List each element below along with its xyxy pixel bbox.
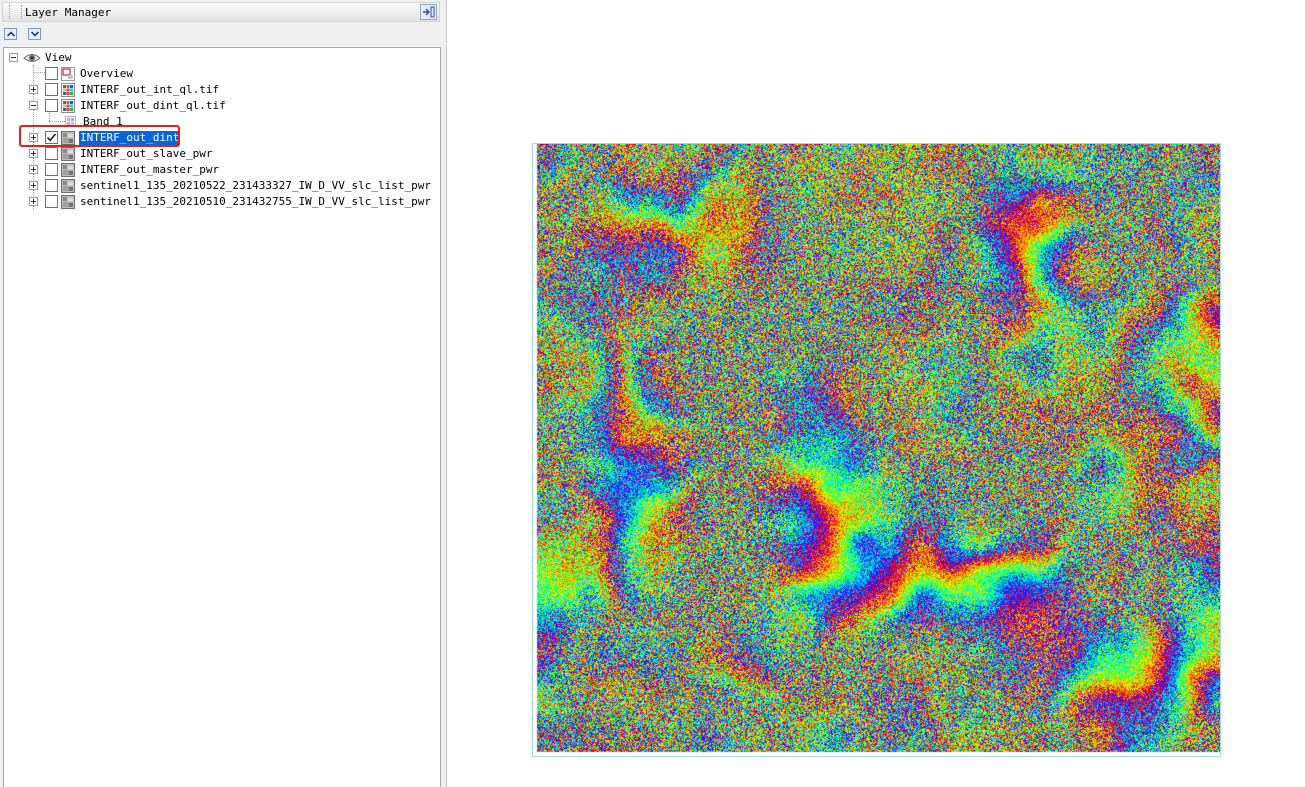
layer-visibility-checkbox[interactable]: [45, 83, 58, 96]
tree-item-master-pwr[interactable]: INTERF_out_master_pwr: [4, 162, 440, 178]
tree-item-slave-pwr[interactable]: INTERF_out_slave_pwr: [4, 146, 440, 162]
layer-visibility-checkbox[interactable]: [45, 163, 58, 176]
raster-image[interactable]: [532, 143, 1221, 757]
tree-item-label: View: [45, 51, 72, 64]
collapse-toggle[interactable]: [29, 101, 38, 110]
panel-titlebar[interactable]: Layer Manager: [2, 2, 440, 22]
gray-raster-icon: [61, 179, 75, 193]
overview-icon: [61, 67, 75, 81]
color-raster-icon: [61, 99, 75, 113]
expand-toggle[interactable]: [29, 197, 38, 206]
tree-item-label: sentinel1_135_20210522_231433327_IW_D_VV…: [80, 179, 431, 192]
gray-raster-icon: [61, 163, 75, 177]
layer-visibility-checkbox[interactable]: [45, 67, 58, 80]
layer-visibility-checkbox[interactable]: [45, 195, 58, 208]
move-layer-down-button[interactable]: [28, 28, 41, 40]
tree-item-label: INTERF_out_int_ql.tif: [80, 83, 220, 96]
expand-toggle[interactable]: [29, 149, 38, 158]
dock-panel-button[interactable]: [420, 4, 437, 20]
expand-toggle[interactable]: [29, 85, 38, 94]
move-layer-up-button[interactable]: [4, 28, 17, 40]
annotation-highlight-box: [19, 125, 180, 147]
collapse-toggle[interactable]: [9, 53, 18, 62]
dock-icon: [423, 6, 435, 18]
tree-item-sentinel1-20210522[interactable]: sentinel1_135_20210522_231433327_IW_D_VV…: [4, 178, 440, 194]
map-view[interactable]: [448, 0, 1305, 787]
tree-item-label: Overview: [80, 67, 133, 80]
grip-icon[interactable]: [9, 5, 22, 19]
tree-item-dint-ql[interactable]: INTERF_out_dint_ql.tif: [4, 98, 440, 114]
layer-visibility-checkbox[interactable]: [45, 179, 58, 192]
tree-item-overview[interactable]: Overview: [4, 66, 440, 82]
arrow-up-icon: [7, 31, 15, 37]
interferogram-raster[interactable]: [533, 144, 1220, 756]
color-raster-icon: [61, 83, 75, 97]
layer-manager-panel: Layer Manager View Overview INTERF_out_i…: [0, 0, 447, 787]
tree-item-label: INTERF_out_master_pwr: [80, 163, 220, 176]
gray-raster-icon: [61, 195, 75, 209]
layer-toolbar: [0, 24, 440, 46]
expand-toggle[interactable]: [29, 181, 38, 190]
tree-item-sentinel1-20210510[interactable]: sentinel1_135_20210510_231432755_IW_D_VV…: [4, 194, 440, 210]
tree-item-label: sentinel1_135_20210510_231432755_IW_D_VV…: [80, 195, 431, 208]
arrow-down-icon: [31, 31, 39, 37]
tree-item-label: INTERF_out_dint_ql.tif: [80, 99, 226, 112]
gray-raster-icon: [61, 147, 75, 161]
panel-title: Layer Manager: [25, 6, 112, 19]
expand-toggle[interactable]: [29, 165, 38, 174]
tree-item-int-ql[interactable]: INTERF_out_int_ql.tif: [4, 82, 440, 98]
layer-visibility-checkbox[interactable]: [45, 147, 58, 160]
layer-tree: View Overview INTERF_out_int_ql.tif INTE…: [3, 47, 441, 787]
layer-visibility-checkbox[interactable]: [45, 99, 58, 112]
tree-root-view[interactable]: View: [4, 50, 440, 66]
tree-item-label: INTERF_out_slave_pwr: [80, 147, 213, 160]
eye-view-icon: [23, 54, 41, 62]
